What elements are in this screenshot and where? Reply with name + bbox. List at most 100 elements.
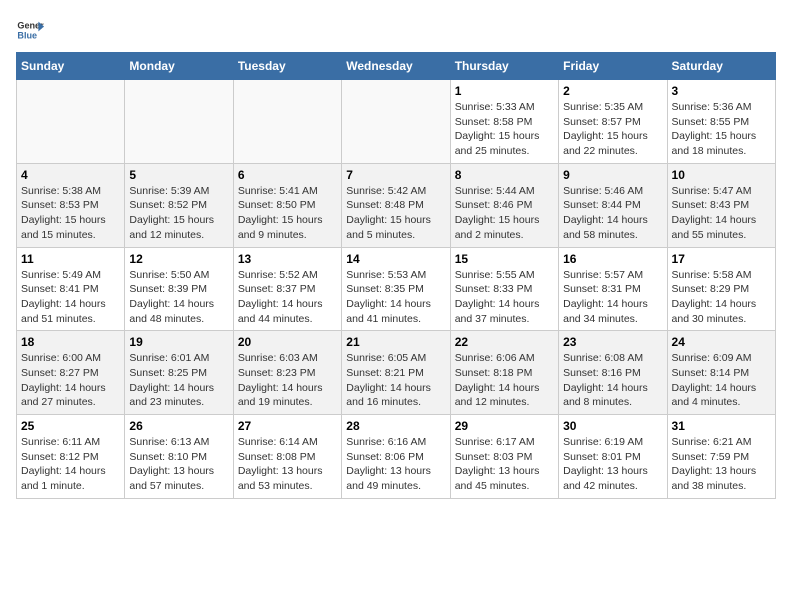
weekday-header-saturday: Saturday (667, 53, 775, 80)
day-info: Sunrise: 6:08 AM Sunset: 8:16 PM Dayligh… (563, 351, 662, 410)
day-number: 1 (455, 84, 554, 98)
day-info: Sunrise: 5:46 AM Sunset: 8:44 PM Dayligh… (563, 184, 662, 243)
day-info: Sunrise: 5:57 AM Sunset: 8:31 PM Dayligh… (563, 268, 662, 327)
day-info: Sunrise: 5:36 AM Sunset: 8:55 PM Dayligh… (672, 100, 771, 159)
weekday-header-friday: Friday (559, 53, 667, 80)
day-number: 23 (563, 335, 662, 349)
day-info: Sunrise: 5:55 AM Sunset: 8:33 PM Dayligh… (455, 268, 554, 327)
calendar-week-row: 1Sunrise: 5:33 AM Sunset: 8:58 PM Daylig… (17, 80, 776, 164)
calendar-cell: 2 Sunrise: 5:35 AM Sunset: 8:57 PM Daylig… (559, 80, 667, 164)
calendar-cell: 12Sunrise: 5:50 AM Sunset: 8:39 PM Dayli… (125, 247, 233, 331)
day-number: 17 (672, 252, 771, 266)
day-info: Sunrise: 5:39 AM Sunset: 8:52 PM Dayligh… (129, 184, 228, 243)
day-info: Sunrise: 6:16 AM Sunset: 8:06 PM Dayligh… (346, 435, 445, 494)
day-info: Sunrise: 5:38 AM Sunset: 8:53 PM Dayligh… (21, 184, 120, 243)
calendar-table: SundayMondayTuesdayWednesdayThursdayFrid… (16, 52, 776, 499)
day-number: 25 (21, 419, 120, 433)
day-number: 16 (563, 252, 662, 266)
weekday-header-thursday: Thursday (450, 53, 558, 80)
day-info: Sunrise: 6:19 AM Sunset: 8:01 PM Dayligh… (563, 435, 662, 494)
calendar-cell: 14Sunrise: 5:53 AM Sunset: 8:35 PM Dayli… (342, 247, 450, 331)
calendar-cell: 26Sunrise: 6:13 AM Sunset: 8:10 PM Dayli… (125, 415, 233, 499)
day-number: 2 (563, 84, 662, 98)
day-number: 30 (563, 419, 662, 433)
logo-icon: General Blue (16, 16, 44, 44)
svg-text:Blue: Blue (17, 30, 37, 40)
day-number: 24 (672, 335, 771, 349)
day-info: Sunrise: 5:47 AM Sunset: 8:43 PM Dayligh… (672, 184, 771, 243)
day-number: 14 (346, 252, 445, 266)
day-info: Sunrise: 6:14 AM Sunset: 8:08 PM Dayligh… (238, 435, 337, 494)
day-number: 13 (238, 252, 337, 266)
calendar-header: SundayMondayTuesdayWednesdayThursdayFrid… (17, 53, 776, 80)
day-number: 21 (346, 335, 445, 349)
day-info: Sunrise: 5:35 AM Sunset: 8:57 PM Dayligh… (563, 100, 662, 159)
day-number: 19 (129, 335, 228, 349)
calendar-cell: 20 Sunrise: 6:03 AM Sunset: 8:23 PM Dayli… (233, 331, 341, 415)
calendar-cell: 24 Sunrise: 6:09 AM Sunset: 8:14 PM Dayli… (667, 331, 775, 415)
day-info: Sunrise: 5:52 AM Sunset: 8:37 PM Dayligh… (238, 268, 337, 327)
day-number: 29 (455, 419, 554, 433)
day-info: Sunrise: 6:11 AM Sunset: 8:12 PM Dayligh… (21, 435, 120, 494)
calendar-cell: 6 Sunrise: 5:41 AM Sunset: 8:50 PM Daylig… (233, 163, 341, 247)
weekday-header-tuesday: Tuesday (233, 53, 341, 80)
calendar-cell: 16 Sunrise: 5:57 AM Sunset: 8:31 PM Dayli… (559, 247, 667, 331)
day-info: Sunrise: 6:05 AM Sunset: 8:21 PM Dayligh… (346, 351, 445, 410)
calendar-cell (17, 80, 125, 164)
calendar-cell: 1Sunrise: 5:33 AM Sunset: 8:58 PM Daylig… (450, 80, 558, 164)
calendar-cell (342, 80, 450, 164)
day-number: 8 (455, 168, 554, 182)
calendar-cell: 21 Sunrise: 6:05 AM Sunset: 8:21 PM Dayli… (342, 331, 450, 415)
calendar-cell: 9Sunrise: 5:46 AM Sunset: 8:44 PM Daylig… (559, 163, 667, 247)
weekday-header-wednesday: Wednesday (342, 53, 450, 80)
calendar-cell: 22Sunrise: 6:06 AM Sunset: 8:18 PM Dayli… (450, 331, 558, 415)
day-number: 22 (455, 335, 554, 349)
day-info: Sunrise: 5:44 AM Sunset: 8:46 PM Dayligh… (455, 184, 554, 243)
day-number: 28 (346, 419, 445, 433)
day-info: Sunrise: 5:49 AM Sunset: 8:41 PM Dayligh… (21, 268, 120, 327)
day-info: Sunrise: 5:58 AM Sunset: 8:29 PM Dayligh… (672, 268, 771, 327)
weekday-header-row: SundayMondayTuesdayWednesdayThursdayFrid… (17, 53, 776, 80)
day-number: 6 (238, 168, 337, 182)
day-info: Sunrise: 6:21 AM Sunset: 7:59 PM Dayligh… (672, 435, 771, 494)
day-info: Sunrise: 6:09 AM Sunset: 8:14 PM Dayligh… (672, 351, 771, 410)
calendar-body: 1Sunrise: 5:33 AM Sunset: 8:58 PM Daylig… (17, 80, 776, 499)
day-number: 15 (455, 252, 554, 266)
day-info: Sunrise: 6:03 AM Sunset: 8:23 PM Dayligh… (238, 351, 337, 410)
day-number: 4 (21, 168, 120, 182)
calendar-cell: 3 Sunrise: 5:36 AM Sunset: 8:55 PM Daylig… (667, 80, 775, 164)
day-number: 7 (346, 168, 445, 182)
calendar-cell: 28 Sunrise: 6:16 AM Sunset: 8:06 PM Dayli… (342, 415, 450, 499)
day-info: Sunrise: 6:00 AM Sunset: 8:27 PM Dayligh… (21, 351, 120, 410)
calendar-cell: 31Sunrise: 6:21 AM Sunset: 7:59 PM Dayli… (667, 415, 775, 499)
calendar-cell: 7Sunrise: 5:42 AM Sunset: 8:48 PM Daylig… (342, 163, 450, 247)
calendar-cell: 8 Sunrise: 5:44 AM Sunset: 8:46 PM Daylig… (450, 163, 558, 247)
calendar-week-row: 11 Sunrise: 5:49 AM Sunset: 8:41 PM Dayli… (17, 247, 776, 331)
calendar-week-row: 18Sunrise: 6:00 AM Sunset: 8:27 PM Dayli… (17, 331, 776, 415)
calendar-cell (125, 80, 233, 164)
day-number: 20 (238, 335, 337, 349)
day-info: Sunrise: 5:41 AM Sunset: 8:50 PM Dayligh… (238, 184, 337, 243)
calendar-cell: 18Sunrise: 6:00 AM Sunset: 8:27 PM Dayli… (17, 331, 125, 415)
day-number: 12 (129, 252, 228, 266)
calendar-cell: 25 Sunrise: 6:11 AM Sunset: 8:12 PM Dayli… (17, 415, 125, 499)
day-number: 11 (21, 252, 120, 266)
calendar-cell: 11 Sunrise: 5:49 AM Sunset: 8:41 PM Dayli… (17, 247, 125, 331)
calendar-cell: 19Sunrise: 6:01 AM Sunset: 8:25 PM Dayli… (125, 331, 233, 415)
day-number: 26 (129, 419, 228, 433)
day-number: 5 (129, 168, 228, 182)
calendar-cell: 13 Sunrise: 5:52 AM Sunset: 8:37 PM Dayli… (233, 247, 341, 331)
day-info: Sunrise: 6:17 AM Sunset: 8:03 PM Dayligh… (455, 435, 554, 494)
weekday-header-sunday: Sunday (17, 53, 125, 80)
calendar-cell: 17 Sunrise: 5:58 AM Sunset: 8:29 PM Dayli… (667, 247, 775, 331)
calendar-cell: 5 Sunrise: 5:39 AM Sunset: 8:52 PM Daylig… (125, 163, 233, 247)
day-number: 3 (672, 84, 771, 98)
calendar-week-row: 4 Sunrise: 5:38 AM Sunset: 8:53 PM Daylig… (17, 163, 776, 247)
day-number: 27 (238, 419, 337, 433)
calendar-cell: 10 Sunrise: 5:47 AM Sunset: 8:43 PM Dayli… (667, 163, 775, 247)
page-header: General Blue (16, 16, 776, 44)
calendar-cell: 27 Sunrise: 6:14 AM Sunset: 8:08 PM Dayli… (233, 415, 341, 499)
calendar-cell: 15 Sunrise: 5:55 AM Sunset: 8:33 PM Dayli… (450, 247, 558, 331)
calendar-cell: 23 Sunrise: 6:08 AM Sunset: 8:16 PM Dayli… (559, 331, 667, 415)
day-number: 10 (672, 168, 771, 182)
